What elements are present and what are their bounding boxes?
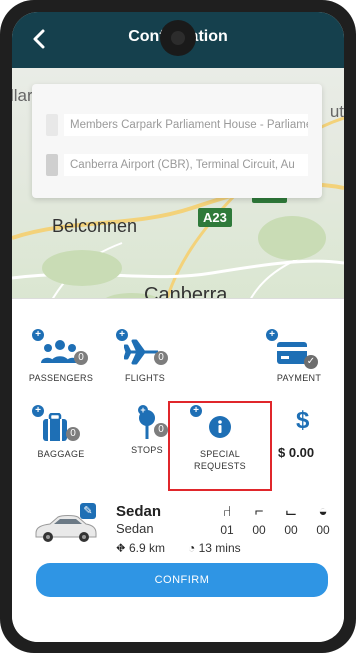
passengers-option[interactable]: + 0 PASSENGERS: [29, 329, 93, 389]
camera-notch: [160, 20, 196, 56]
special-requests-label-line2: REQUESTS: [194, 461, 246, 471]
passengers-count: 0: [74, 351, 88, 365]
price-summary: $ $ 0.00: [274, 405, 338, 465]
confirm-button[interactable]: CONFIRM: [36, 563, 328, 597]
luggage-icon: [43, 413, 67, 441]
special-requests-option[interactable]: + SPECIAL REQUESTS: [168, 401, 272, 491]
flights-label: FLIGHTS: [124, 373, 166, 383]
map-view[interactable]: llara ut Belconnen Canberra A23 M23 Memb…: [12, 68, 344, 322]
duration-info: ◔ 13 mins: [188, 541, 241, 555]
bottom-safe-area: [12, 622, 344, 642]
baggage-option[interactable]: + 0 BAGGAGE: [30, 405, 92, 465]
route-icon: ⛖: [116, 541, 126, 555]
booster-seat-icon: ⌐: [254, 503, 264, 520]
payment-label: PAYMENT: [276, 373, 322, 383]
dropoff-row[interactable]: Canberra Airport (CBR), Terminal Circuit…: [46, 152, 308, 178]
adult-seat[interactable]: ⑁ 01: [212, 503, 242, 537]
edit-vehicle-icon[interactable]: ✎: [80, 503, 96, 519]
vehicle-title: Sedan: [116, 503, 162, 520]
vehicle-type: Sedan: [116, 521, 154, 536]
flights-count: 0: [154, 351, 168, 365]
passengers-label: PASSENGERS: [28, 373, 94, 383]
dollar-icon: $: [296, 407, 310, 434]
stops-count: 0: [154, 423, 168, 437]
road-badge-a23: A23: [198, 208, 232, 227]
plus-icon: +: [190, 405, 202, 417]
dropoff-field[interactable]: Canberra Airport (CBR), Terminal Circuit…: [64, 154, 308, 176]
dropoff-marker: [46, 154, 58, 176]
booster-seat-count: 00: [252, 523, 266, 537]
baggage-count: 0: [66, 427, 80, 441]
payment-option[interactable]: + ✓ PAYMENT: [266, 329, 330, 389]
distance-info: ⛖ 6.9 km: [116, 541, 165, 556]
duration-value: 13 mins: [198, 541, 241, 555]
baby-capsule[interactable]: ◒ 00: [308, 503, 338, 537]
price-value: $ 0.00: [278, 445, 315, 460]
plus-icon: +: [266, 329, 278, 341]
special-requests-label-line1: SPECIAL: [199, 449, 241, 459]
map-label-belconnen: Belconnen: [52, 216, 138, 236]
route-card: Members Carpark Parliament House - Parli…: [32, 84, 322, 198]
adult-seat-count: 01: [220, 523, 234, 537]
child-seat[interactable]: ⌙ 00: [276, 503, 306, 537]
booster-seat[interactable]: ⌐ 00: [244, 503, 274, 537]
distance-value: 6.9 km: [128, 541, 165, 555]
seat-icon: ⑁: [222, 503, 232, 520]
info-icon: [209, 416, 231, 438]
flights-option[interactable]: + 0 FLIGHTS: [116, 329, 178, 389]
baby-capsule-count: 00: [316, 523, 330, 537]
clock-icon: ◔: [188, 541, 196, 555]
app-screen: llara ut Belconnen Canberra A23 M23 Memb…: [12, 12, 344, 642]
baby-capsule-icon: ◒: [318, 503, 328, 520]
map-label-top-right: ut: [329, 102, 344, 121]
phone-frame: llara ut Belconnen Canberra A23 M23 Memb…: [0, 0, 356, 653]
plus-icon: +: [138, 405, 148, 415]
pickup-marker: [46, 114, 58, 136]
booking-sheet: + 0 PASSENGERS + 0 FLIGHTS + ✓ PAYMENT +…: [12, 298, 344, 622]
pickup-row[interactable]: Members Carpark Parliament House - Parli…: [46, 112, 308, 138]
child-seat-count: 00: [284, 523, 298, 537]
baggage-label: BAGGAGE: [37, 449, 85, 459]
child-seat-icon: ⌙: [284, 504, 298, 521]
pickup-field[interactable]: Members Carpark Parliament House - Parli…: [64, 114, 308, 136]
check-icon: ✓: [304, 355, 318, 369]
